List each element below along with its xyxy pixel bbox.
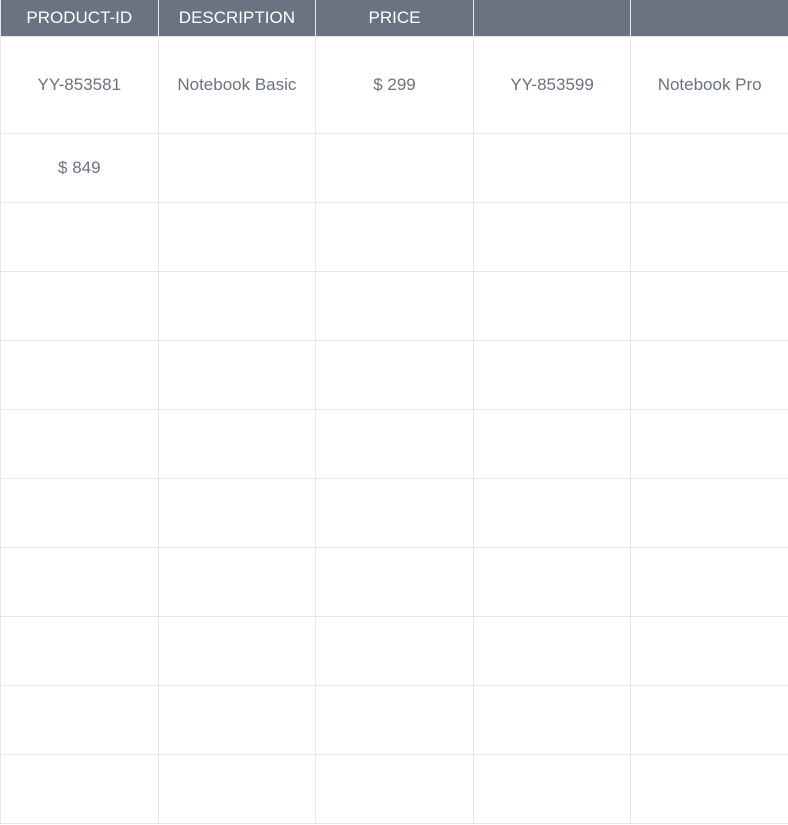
grid-cell[interactable]: Notebook Basic xyxy=(157,36,317,134)
header-cell-4[interactable] xyxy=(472,0,632,37)
grid-header: PRODUCT-ID DESCRIPTION PRICE xyxy=(0,0,788,37)
grid-cell[interactable] xyxy=(630,478,788,548)
grid-cell[interactable]: YY-853599 xyxy=(472,36,632,134)
grid-cell[interactable] xyxy=(472,202,632,272)
grid-cell[interactable] xyxy=(315,547,474,617)
grid-body: YY-853581 Notebook Basic $ 299 YY-853599… xyxy=(0,36,788,824)
header-cell-5[interactable] xyxy=(630,0,788,37)
grid-cell[interactable] xyxy=(0,409,159,479)
grid-cell[interactable] xyxy=(157,616,317,686)
grid-cell[interactable] xyxy=(472,754,632,824)
grid-cell[interactable] xyxy=(157,340,317,410)
grid-cell[interactable] xyxy=(157,478,317,548)
header-row: PRODUCT-ID DESCRIPTION PRICE xyxy=(0,0,788,37)
grid-cell[interactable] xyxy=(630,202,788,272)
grid-cell[interactable] xyxy=(315,754,474,824)
grid-cell[interactable] xyxy=(472,409,632,479)
grid-cell[interactable] xyxy=(0,478,159,548)
grid-cell[interactable] xyxy=(315,616,474,686)
grid-cell[interactable] xyxy=(472,547,632,617)
header-cell-product-id[interactable]: PRODUCT-ID xyxy=(0,0,159,37)
grid-cell[interactable] xyxy=(157,271,317,341)
table-row: YY-853581 Notebook Basic $ 299 YY-853599… xyxy=(0,36,788,134)
product-grid: PRODUCT-ID DESCRIPTION PRICE YY-853581 N… xyxy=(0,0,788,824)
grid-cell[interactable] xyxy=(630,271,788,341)
grid-cell[interactable] xyxy=(630,133,788,203)
grid-cell[interactable] xyxy=(630,685,788,755)
grid-cell[interactable] xyxy=(0,616,159,686)
grid-cell[interactable] xyxy=(472,685,632,755)
grid-cell[interactable] xyxy=(315,478,474,548)
grid-cell[interactable] xyxy=(0,202,159,272)
grid-cell[interactable] xyxy=(157,685,317,755)
table-row xyxy=(0,409,788,479)
grid-cell[interactable] xyxy=(0,754,159,824)
table-row xyxy=(0,202,788,272)
grid-cell[interactable] xyxy=(472,340,632,410)
grid-cell[interactable]: Notebook Pro xyxy=(630,36,788,134)
grid-cell[interactable] xyxy=(157,133,317,203)
grid-cell[interactable] xyxy=(0,271,159,341)
grid-cell[interactable] xyxy=(315,271,474,341)
grid-cell[interactable] xyxy=(157,547,317,617)
grid-cell[interactable] xyxy=(157,409,317,479)
table-row xyxy=(0,754,788,824)
grid-cell[interactable] xyxy=(472,478,632,548)
table-row xyxy=(0,271,788,341)
grid-cell[interactable]: $ 299 xyxy=(315,36,474,134)
grid-cell[interactable] xyxy=(157,202,317,272)
table-row xyxy=(0,340,788,410)
header-cell-price[interactable]: PRICE xyxy=(315,0,474,37)
table-row xyxy=(0,478,788,548)
table-row xyxy=(0,616,788,686)
grid-cell[interactable] xyxy=(472,271,632,341)
grid-cell[interactable] xyxy=(472,616,632,686)
grid-cell[interactable] xyxy=(315,202,474,272)
grid-cell[interactable] xyxy=(630,616,788,686)
grid-cell[interactable] xyxy=(630,409,788,479)
grid-cell[interactable] xyxy=(315,133,474,203)
header-cell-description[interactable]: DESCRIPTION xyxy=(157,0,317,37)
grid-cell[interactable] xyxy=(630,547,788,617)
grid-cell[interactable]: YY-853581 xyxy=(0,36,159,134)
table-row xyxy=(0,685,788,755)
grid-cell[interactable] xyxy=(0,547,159,617)
grid-cell[interactable] xyxy=(472,133,632,203)
grid-cell[interactable] xyxy=(315,685,474,755)
table-row xyxy=(0,547,788,617)
grid-cell[interactable] xyxy=(630,754,788,824)
grid-cell[interactable] xyxy=(315,409,474,479)
grid-cell[interactable]: $ 849 xyxy=(0,133,159,203)
grid-cell[interactable] xyxy=(0,340,159,410)
grid-cell[interactable] xyxy=(0,685,159,755)
grid-cell[interactable] xyxy=(315,340,474,410)
table-row: $ 849 xyxy=(0,133,788,203)
grid-cell[interactable] xyxy=(630,340,788,410)
grid-cell[interactable] xyxy=(157,754,317,824)
